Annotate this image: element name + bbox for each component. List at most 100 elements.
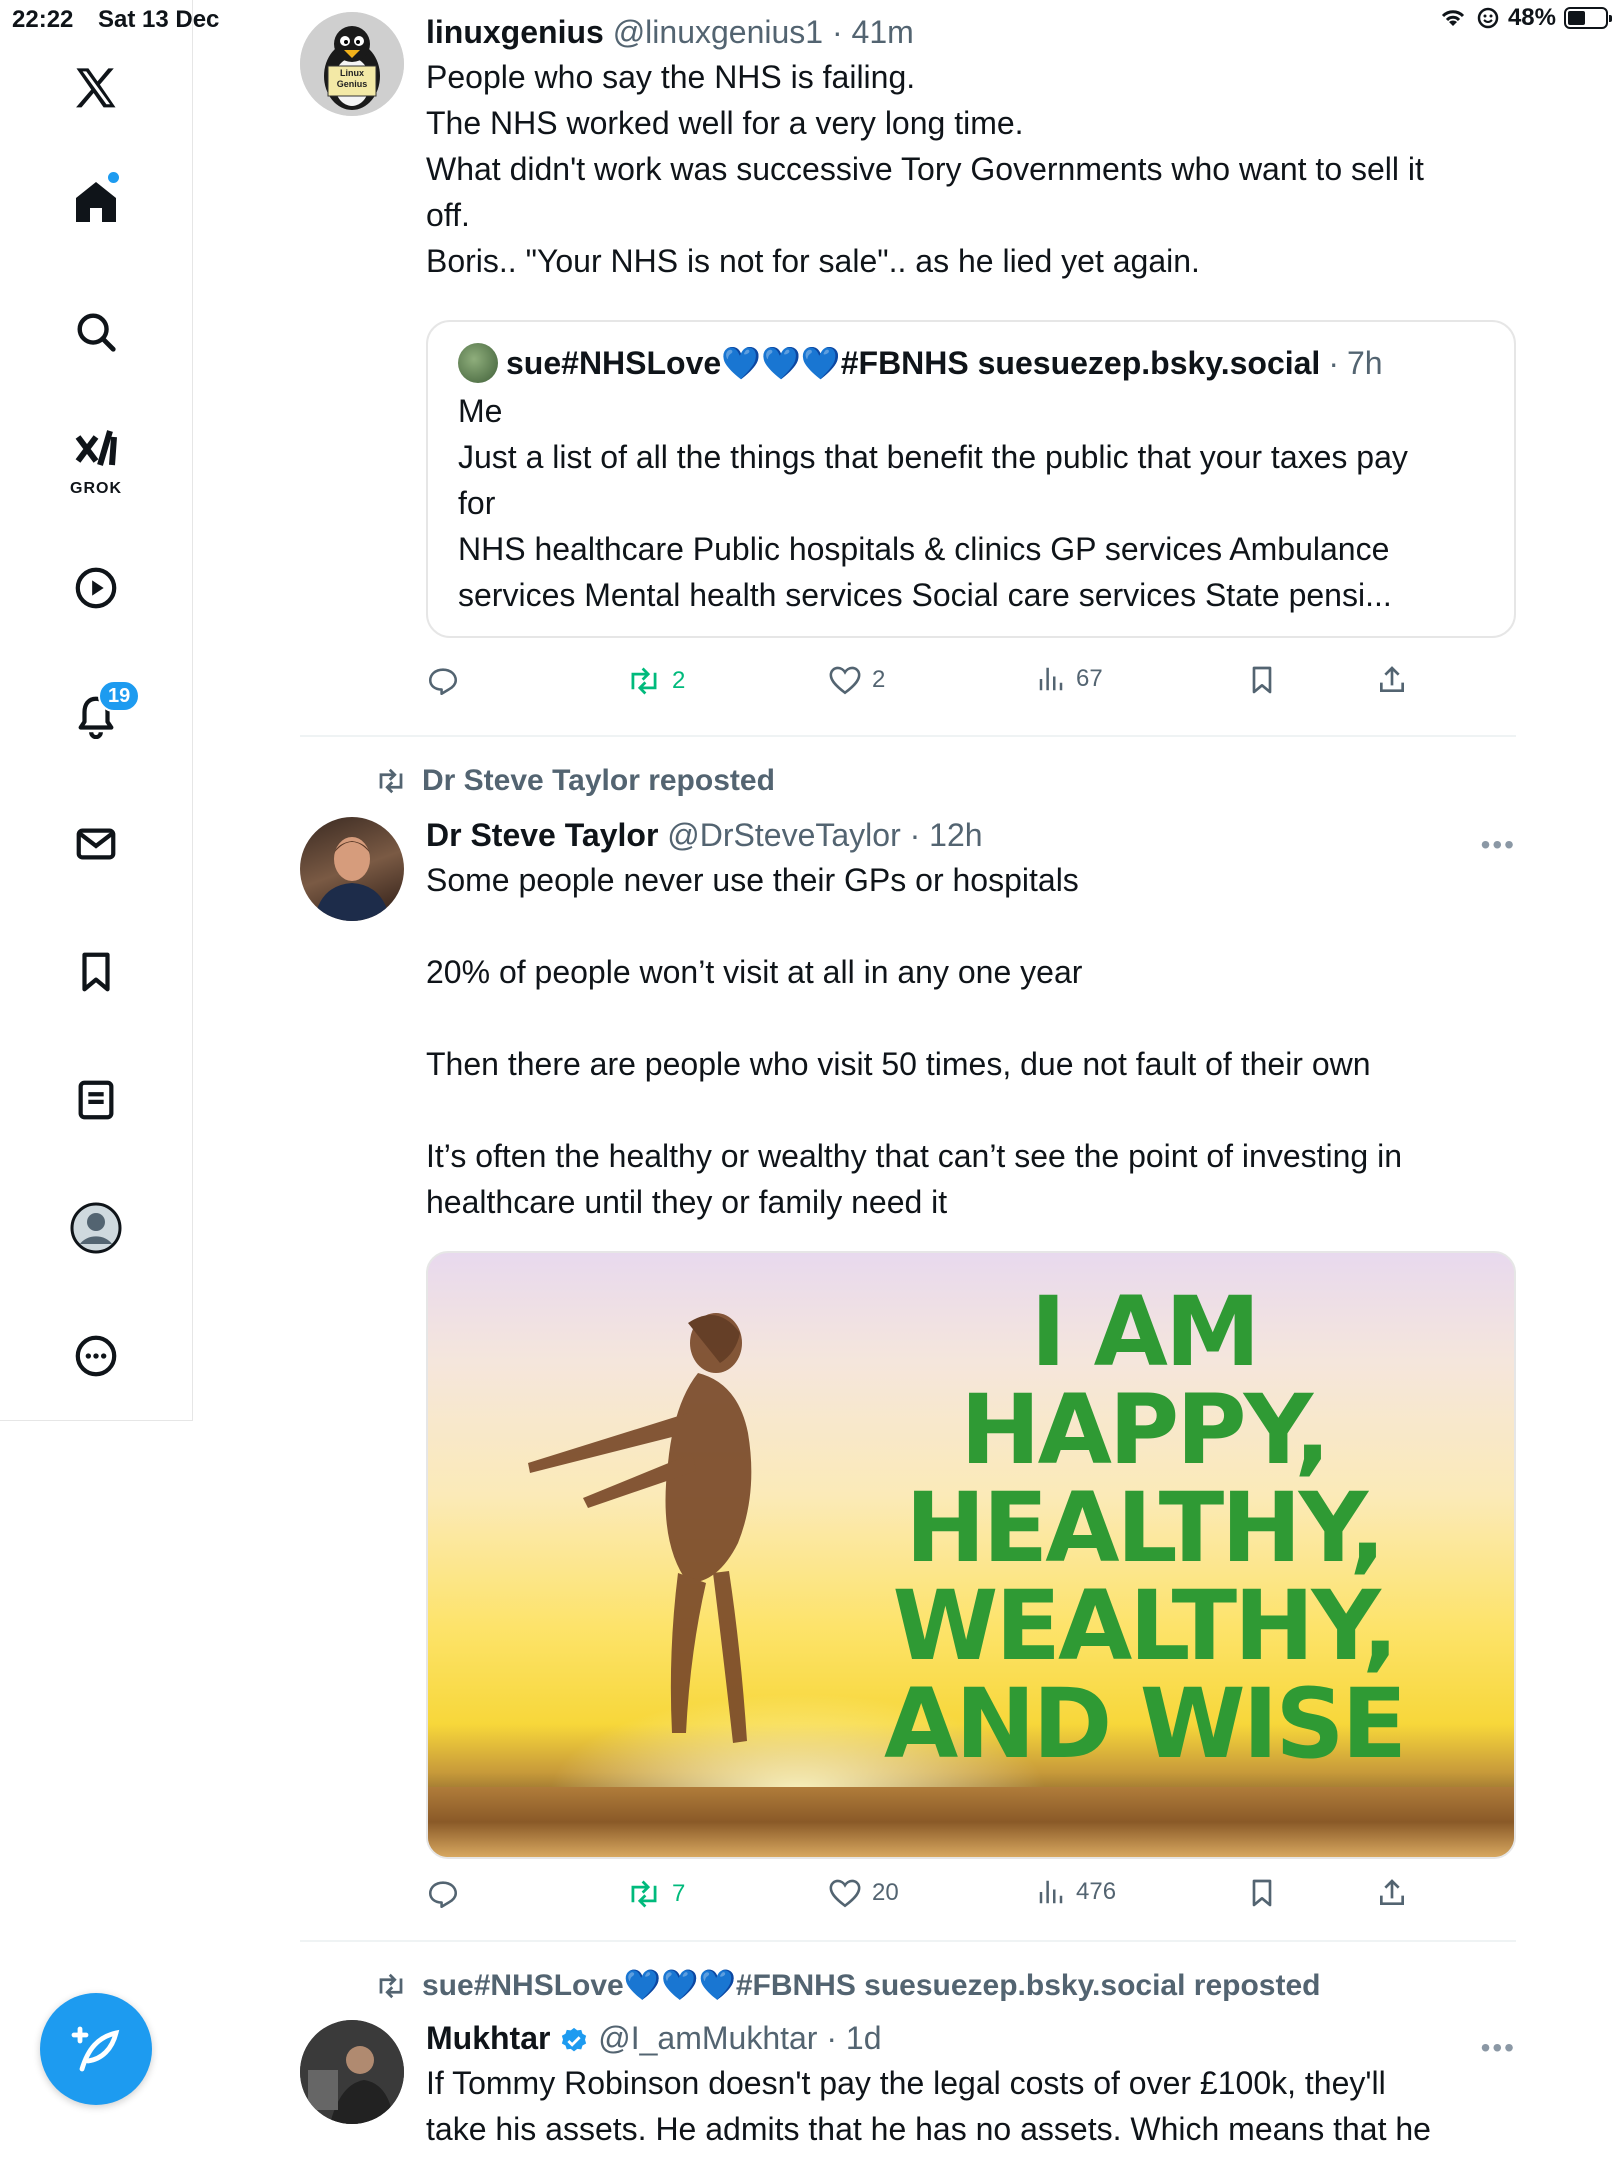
quote-time: 7h bbox=[1346, 345, 1383, 381]
quote-avatar bbox=[458, 343, 498, 383]
person-avatar-icon bbox=[300, 2020, 404, 2124]
bookmarks-icon bbox=[82, 952, 110, 992]
repost-count: 2 bbox=[672, 667, 686, 694]
avatar[interactable] bbox=[300, 817, 404, 921]
reply-icon bbox=[428, 1881, 458, 1909]
bookmark-button[interactable] bbox=[1246, 664, 1278, 696]
x-logo-icon[interactable] bbox=[56, 50, 136, 130]
reply-icon bbox=[428, 668, 458, 696]
reply-button[interactable] bbox=[426, 1877, 460, 1911]
repost-icon bbox=[631, 1880, 657, 1908]
author-name[interactable]: linuxgenius bbox=[426, 14, 604, 50]
quoted-tweet[interactable]: sue#NHSLove💙💙💙#FBNHS suesuezep.bsky.soci… bbox=[426, 320, 1516, 638]
verified-badge-icon bbox=[562, 2027, 587, 2051]
share-button[interactable] bbox=[1376, 664, 1408, 696]
tweet-line: Boris.. "Your NHS is not for sale".. as … bbox=[426, 243, 1200, 279]
repost-button[interactable]: 2 bbox=[626, 664, 685, 698]
tweet-divider bbox=[300, 735, 1516, 737]
tweet-line: take his assets. He admits that he has n… bbox=[426, 2111, 1431, 2147]
avatar[interactable] bbox=[300, 2020, 404, 2124]
nav-search[interactable] bbox=[56, 292, 136, 372]
nav-bookmarks[interactable] bbox=[56, 932, 136, 1012]
quote-line: for bbox=[458, 485, 496, 521]
tweet-time[interactable]: 1d bbox=[846, 2020, 882, 2056]
tweet-text: Some people never use their GPs or hospi… bbox=[426, 857, 1516, 1225]
share-icon bbox=[1380, 666, 1404, 692]
battery-icon bbox=[1564, 7, 1612, 29]
penguin-avatar-icon bbox=[300, 12, 404, 116]
like-count: 2 bbox=[872, 666, 886, 693]
bookmark-button[interactable] bbox=[1246, 1877, 1278, 1909]
avatar-sign-text: Linux Genius bbox=[336, 68, 368, 89]
like-button[interactable]: 20 bbox=[828, 1877, 899, 1909]
tweet-line bbox=[426, 995, 1516, 1041]
tweet-line: If Tommy Robinson doesn't pay the legal … bbox=[426, 2065, 1386, 2101]
bookmark-icon bbox=[1252, 666, 1272, 694]
grok-label: GROK bbox=[70, 480, 122, 497]
author-name[interactable]: Mukhtar bbox=[426, 2020, 550, 2056]
nav-home[interactable] bbox=[56, 162, 136, 242]
author-handle[interactable]: @I_amMukhtar bbox=[598, 2020, 817, 2056]
author-handle[interactable]: @DrSteveTaylor bbox=[667, 817, 900, 853]
nav-messages[interactable] bbox=[56, 804, 136, 884]
tweet-line: Then there are people who visit 50 times… bbox=[426, 1046, 1371, 1082]
quote-header: sue#NHSLove💙💙💙#FBNHS suesuezep.bsky.soci… bbox=[458, 340, 1484, 386]
quote-line: services Mental health services Social c… bbox=[458, 577, 1392, 613]
view-count: 476 bbox=[1076, 1878, 1117, 1905]
compose-feather-icon bbox=[71, 2026, 120, 2072]
author-handle[interactable]: @linuxgenius1 bbox=[613, 14, 823, 50]
repost-icon bbox=[631, 667, 657, 695]
repost-by-text: Dr Steve Taylor reposted bbox=[422, 764, 775, 797]
nav-notifications[interactable]: 19 bbox=[56, 676, 141, 756]
nav-lists[interactable] bbox=[56, 1060, 136, 1140]
repost-count: 7 bbox=[672, 1880, 686, 1907]
image-text-line: WEALTHY, bbox=[892, 1570, 1399, 1682]
tweet-header: Dr Steve Taylor @DrSteveTaylor · 12h bbox=[426, 817, 983, 853]
video-icon bbox=[75, 567, 117, 609]
tweet-text: If Tommy Robinson doesn't pay the legal … bbox=[426, 2060, 1516, 2152]
nav-video[interactable] bbox=[56, 548, 136, 628]
tweet-line: People who say the NHS is failing. bbox=[426, 59, 916, 95]
quote-author-name: sue#NHSLove💙💙💙#FBNHS suesuezep.bsky.soci… bbox=[506, 345, 1321, 381]
sidebar: GROK 19 bbox=[0, 0, 193, 1421]
tweet-line: healthcare until they or family need it bbox=[426, 1184, 948, 1220]
repost-indicator[interactable]: Dr Steve Taylor reposted bbox=[374, 764, 775, 798]
heart-icon bbox=[829, 1879, 861, 1908]
tweet-time[interactable]: 41m bbox=[852, 14, 914, 50]
tweet-time[interactable]: 12h bbox=[929, 817, 982, 853]
tweet-header: Mukhtar @I_amMukhtar · 1d bbox=[426, 2020, 882, 2056]
nav-profile[interactable] bbox=[56, 1188, 136, 1268]
lists-icon bbox=[78, 1080, 114, 1120]
nav-more[interactable] bbox=[56, 1316, 136, 1396]
repost-by-text: sue#NHSLove💙💙💙#FBNHS suesuezep.bsky.soci… bbox=[422, 1969, 1321, 2002]
views-button[interactable]: 67 bbox=[1036, 664, 1103, 694]
avatar[interactable]: Linux Genius bbox=[300, 12, 404, 116]
bookmark-icon bbox=[1252, 1879, 1272, 1907]
repost-button[interactable]: 7 bbox=[626, 1877, 685, 1911]
tweet-line: The NHS worked well for a very long time… bbox=[426, 105, 1024, 141]
silhouette-figure bbox=[528, 1313, 752, 1743]
share-icon bbox=[1380, 1879, 1404, 1905]
reply-button[interactable] bbox=[426, 664, 460, 698]
tweet-actions: 7 20 476 bbox=[426, 1877, 1516, 1929]
tweet-text: People who say the NHS is failing. The N… bbox=[426, 54, 1516, 284]
tweet-image[interactable]: I AM HAPPY, HEALTHY, WEALTHY, AND WISE bbox=[426, 1251, 1516, 1859]
tweet-divider bbox=[300, 1940, 1516, 1942]
image-text-line: I AM HAPPY, bbox=[960, 1276, 1330, 1486]
compose-post-button[interactable] bbox=[40, 1993, 152, 2105]
image-caption: I AM HAPPY, HEALTHY, WEALTHY, AND WISE bbox=[834, 1283, 1454, 1773]
tweet-actions: 2 2 67 bbox=[426, 664, 1516, 716]
messages-icon bbox=[76, 828, 116, 860]
repost-icon bbox=[379, 1973, 403, 1998]
like-button[interactable]: 2 bbox=[828, 664, 885, 696]
tweet-line: off. bbox=[426, 197, 470, 233]
quote-line: NHS healthcare Public hospitals & clinic… bbox=[458, 531, 1390, 567]
share-button[interactable] bbox=[1376, 1877, 1408, 1909]
more-icon bbox=[75, 1335, 117, 1377]
views-button[interactable]: 476 bbox=[1036, 1877, 1116, 1907]
repost-indicator[interactable]: sue#NHSLove💙💙💙#FBNHS suesuezep.bsky.soci… bbox=[374, 1968, 1320, 2003]
nav-grok[interactable]: GROK bbox=[56, 420, 136, 500]
author-name[interactable]: Dr Steve Taylor bbox=[426, 817, 658, 853]
more-options-icon[interactable]: ••• bbox=[1481, 2032, 1516, 2064]
more-options-icon[interactable]: ••• bbox=[1481, 829, 1516, 861]
